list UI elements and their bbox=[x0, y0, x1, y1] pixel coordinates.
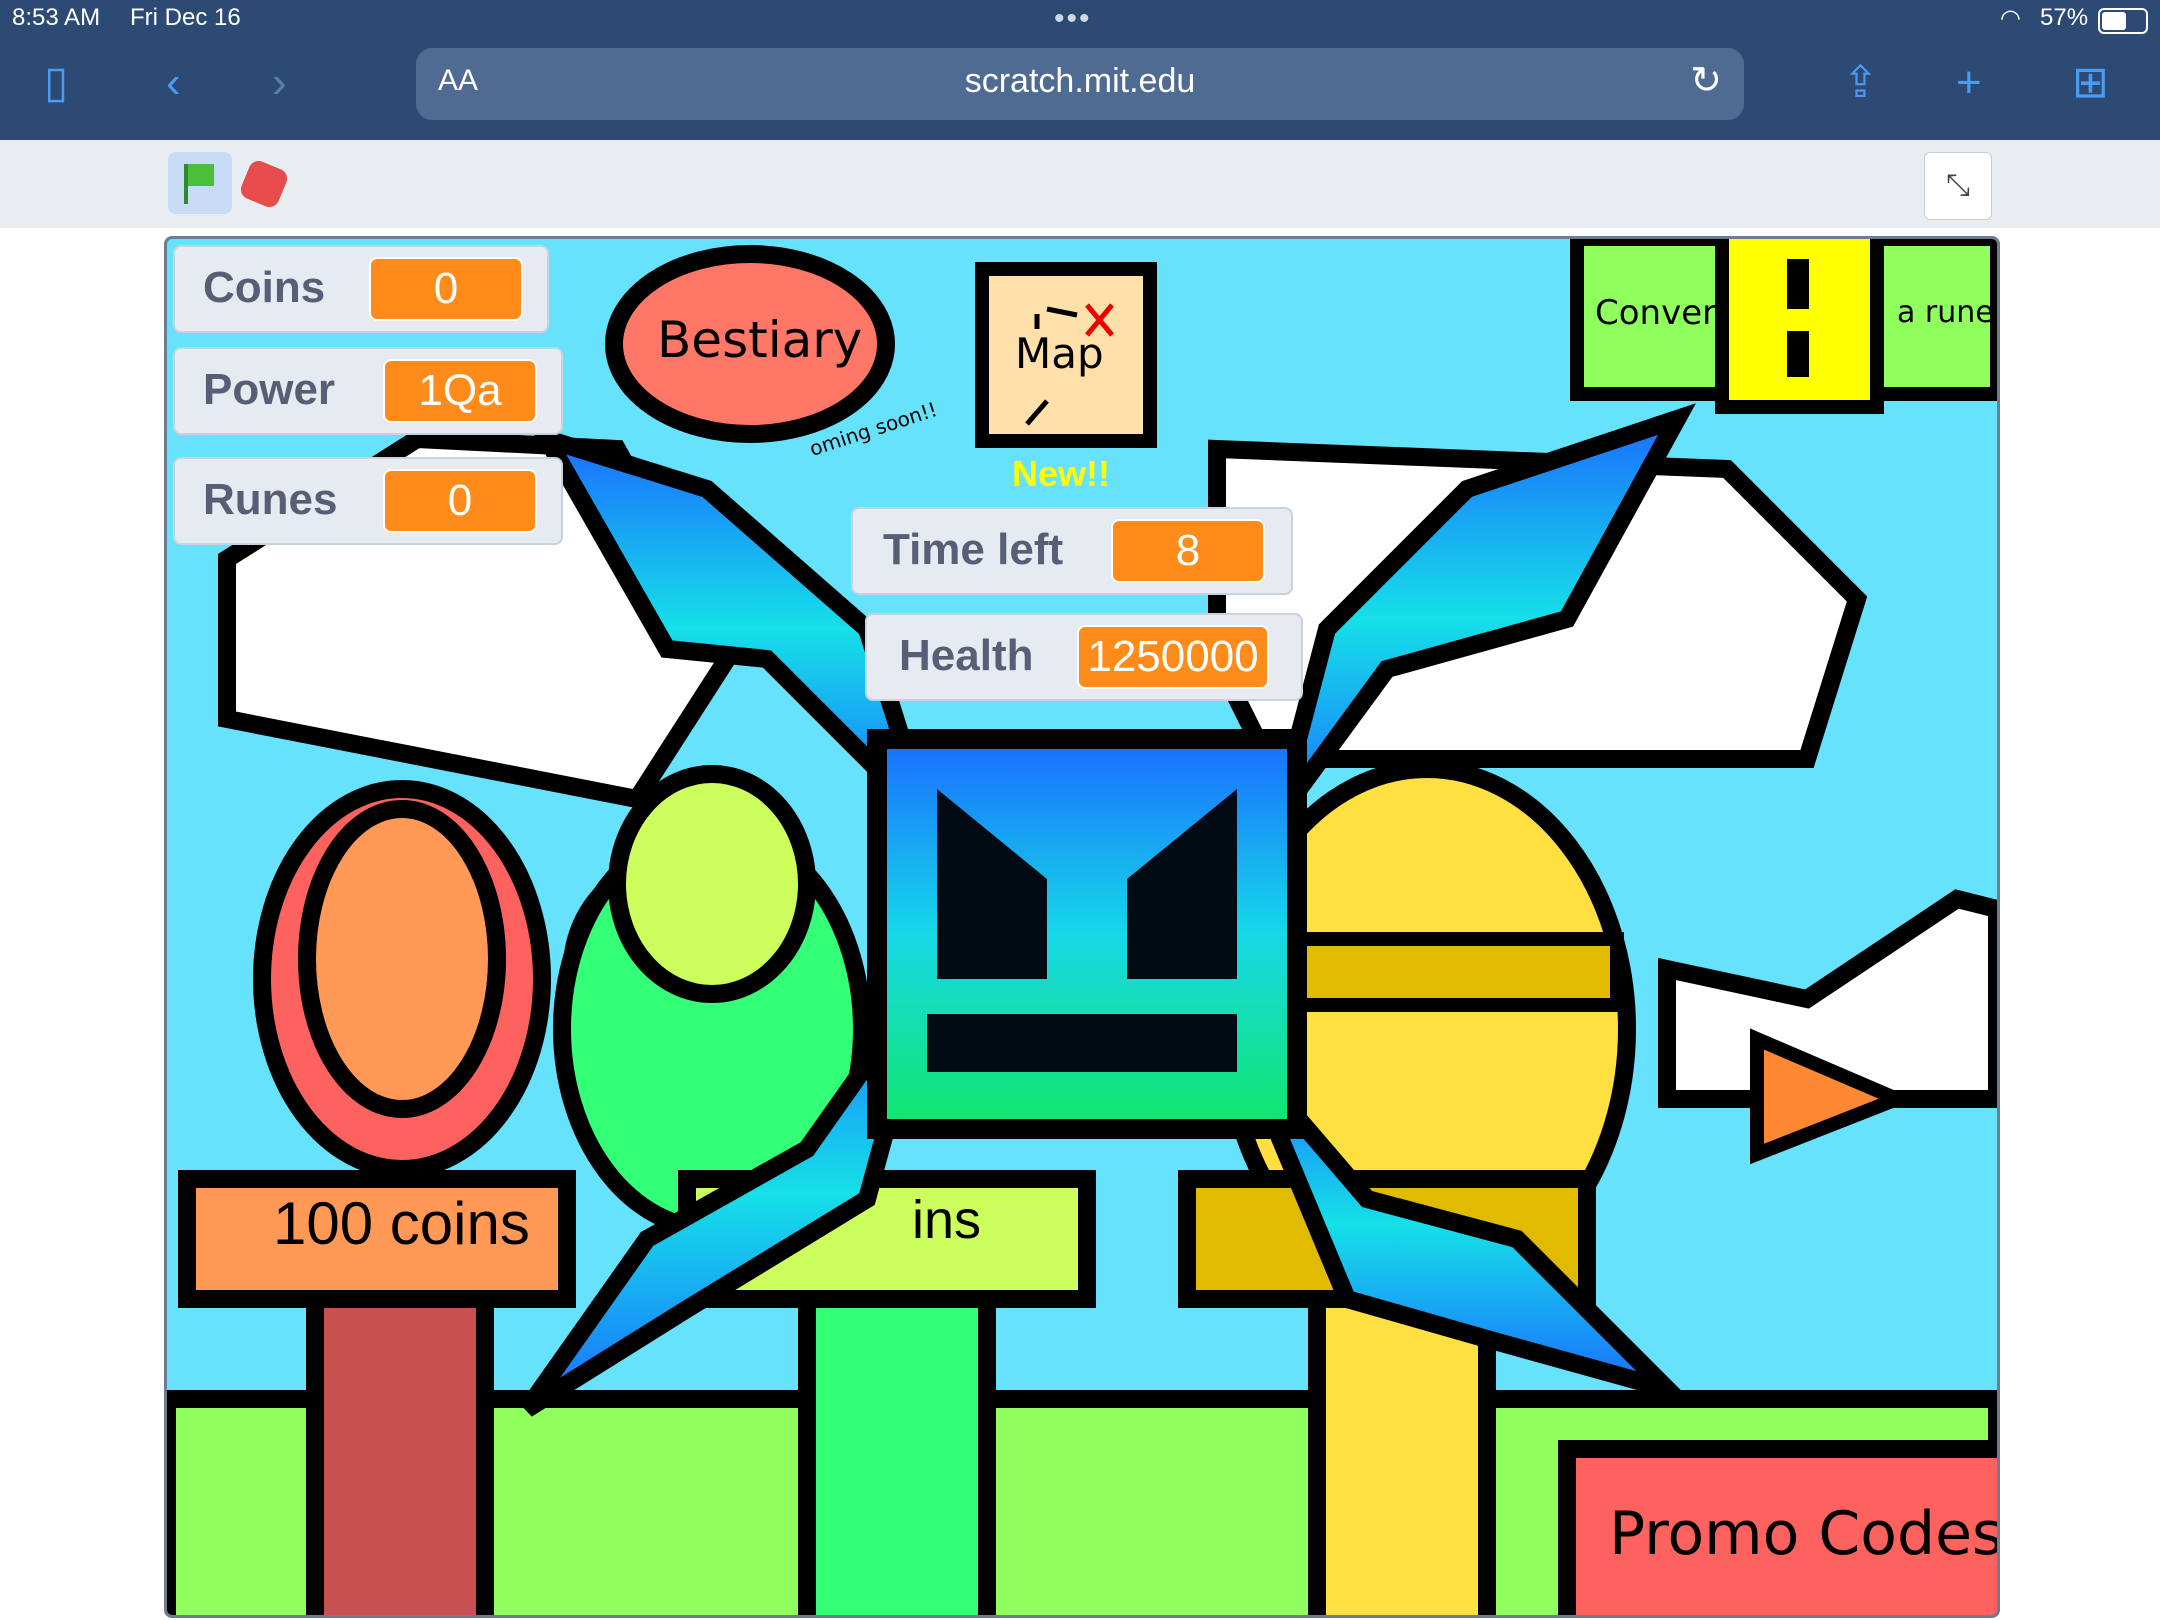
bestiary-button[interactable]: Bestiary bbox=[657, 311, 862, 369]
green-flag-button[interactable] bbox=[168, 152, 232, 214]
runes-value: 0 bbox=[383, 469, 537, 533]
convert-label[interactable]: Convert bbox=[1595, 293, 1729, 333]
time-left-label: Time left bbox=[883, 525, 1064, 574]
browser-chrome: 8:53 AM Fri Dec 16 ••• ◠ 57% ▯ ‹ › AA sc… bbox=[0, 0, 2160, 140]
url-text[interactable]: scratch.mit.edu bbox=[416, 62, 1744, 101]
health-monitor: Health 1250000 bbox=[865, 613, 1303, 701]
power-value: 1Qa bbox=[383, 359, 537, 423]
reload-icon[interactable]: ↻ bbox=[1690, 58, 1722, 103]
address-bar[interactable]: AA scratch.mit.edu ↻ bbox=[416, 48, 1744, 120]
coins-sign-label[interactable]: 100 coins bbox=[273, 1189, 530, 1258]
scratch-control-bar: ⤡ bbox=[0, 140, 2160, 228]
power-monitor: Power 1Qa bbox=[173, 347, 563, 435]
health-label: Health bbox=[899, 631, 1034, 680]
game-stage[interactable]: Bestiary oming soon!! Map New!! Convert … bbox=[164, 236, 2000, 1618]
runes-label: Runes bbox=[203, 475, 338, 524]
battery-icon bbox=[2098, 8, 2148, 34]
green-sign-label[interactable]: ins bbox=[912, 1189, 981, 1251]
forward-icon[interactable]: › bbox=[272, 58, 287, 108]
stop-button[interactable] bbox=[237, 157, 291, 211]
status-date: Fri Dec 16 bbox=[130, 4, 241, 31]
coins-monitor: Coins 0 bbox=[173, 245, 549, 333]
runes-monitor: Runes 0 bbox=[173, 457, 563, 545]
health-value: 1250000 bbox=[1077, 625, 1269, 689]
new-badge: New!! bbox=[1012, 453, 1110, 494]
tab-overview-icon[interactable]: ⊞ bbox=[2072, 58, 2109, 108]
coins-label: Coins bbox=[203, 263, 326, 312]
share-icon[interactable]: ⇪ bbox=[1842, 58, 1879, 108]
back-icon[interactable]: ‹ bbox=[166, 58, 181, 108]
stage-artwork bbox=[167, 239, 1997, 1615]
promo-codes-button[interactable]: Promo Codes bbox=[1609, 1499, 1997, 1569]
coins-value: 0 bbox=[369, 257, 523, 321]
battery-percent: 57% bbox=[2040, 4, 2089, 31]
power-label: Power bbox=[203, 365, 336, 414]
to-rune-label[interactable]: a rune bbox=[1897, 295, 1994, 330]
red-post bbox=[306, 1290, 494, 1615]
time-left-monitor: Time left 8 bbox=[851, 507, 1293, 595]
wifi-icon: ◠ bbox=[2000, 5, 2021, 32]
map-button[interactable]: Map bbox=[1015, 329, 1104, 378]
new-tab-icon[interactable]: + bbox=[1956, 58, 1982, 108]
multitasking-dots-icon[interactable]: ••• bbox=[1054, 2, 1092, 36]
time-left-value: 8 bbox=[1111, 519, 1265, 583]
sidebar-toggle-icon[interactable]: ▯ bbox=[44, 58, 68, 108]
exit-fullscreen-button[interactable]: ⤡ bbox=[1924, 152, 1992, 220]
status-time: 8:53 AM bbox=[12, 4, 101, 31]
